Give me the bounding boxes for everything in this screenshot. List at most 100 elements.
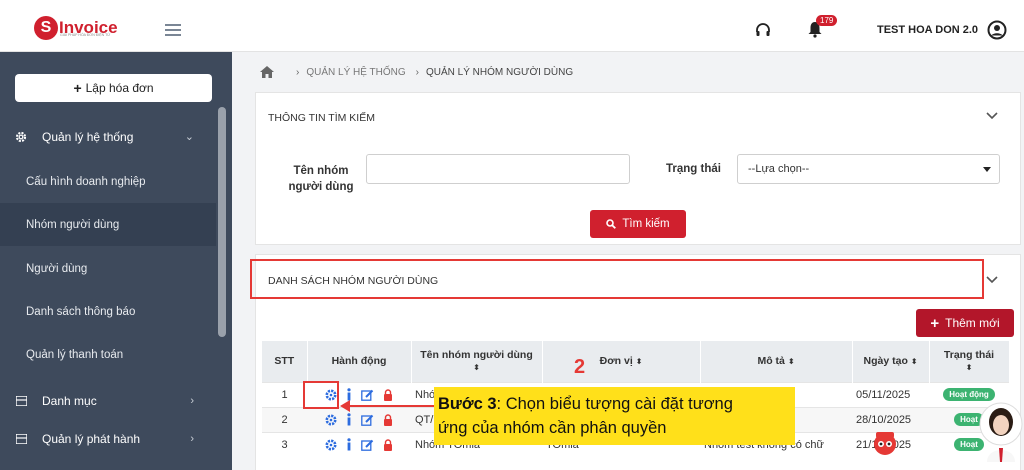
gear-highlight-box bbox=[303, 381, 339, 409]
chevron-down-icon: ⌄ bbox=[184, 131, 194, 143]
breadcrumb-system-management[interactable]: QUẢN LÝ HỆ THỐNG bbox=[306, 67, 405, 78]
column-label: STT bbox=[274, 355, 295, 368]
breadcrumb-current: QUẢN LÝ NHÓM NGƯỜI DÙNG bbox=[425, 66, 574, 78]
breadcrumb: › QUẢN LÝ HỆ THỐNG › QUẢN LÝ NHÓM NGƯỜI … bbox=[260, 66, 573, 78]
column-header-stt: STT bbox=[262, 341, 308, 382]
chevron-down-icon[interactable] bbox=[986, 111, 998, 121]
create-invoice-label: Lập hóa đơn bbox=[85, 81, 154, 95]
callout-line1: Bước 3: Chọn biểu tượng cài đặt tương bbox=[438, 392, 791, 416]
search-panel: THÔNG TIN TÌM KIẾM Tên nhóm người dùng T… bbox=[255, 92, 1021, 245]
info-icon[interactable] bbox=[346, 413, 352, 426]
status-select-value: --Lựa chọn-- bbox=[748, 163, 810, 175]
sidebar-item-users[interactable]: Người dùng bbox=[0, 247, 216, 290]
callout-text1: : Chọn biểu tượng cài đặt tương bbox=[496, 395, 733, 413]
column-label: Tên nhóm người dùng bbox=[420, 349, 533, 362]
step-number: 2 bbox=[574, 356, 586, 378]
gear-icon[interactable] bbox=[325, 414, 337, 426]
create-invoice-button[interactable]: + Lập hóa đơn bbox=[15, 74, 212, 102]
sinvoice-logo[interactable]: S Invoice GIẢI PHÁP HÓA ĐƠN ĐIỆN TỬ bbox=[34, 14, 118, 42]
sidebar-item-notifications[interactable]: Danh sách thông báo bbox=[0, 290, 216, 333]
breadcrumb-separator-icon: › bbox=[296, 66, 300, 78]
sidebar-scrollbar[interactable] bbox=[218, 107, 226, 337]
sidebar-item-label: Người dùng bbox=[26, 262, 88, 275]
sidebar-item-label: Quản lý hệ thống bbox=[42, 129, 134, 144]
sidebar-item-system-management[interactable]: Quản lý hệ thống ⌄ bbox=[0, 115, 216, 158]
user-avatar-icon[interactable] bbox=[987, 20, 1007, 40]
column-label: Mô tả bbox=[757, 355, 785, 368]
sidebar-item-label: Nhóm người dùng bbox=[26, 218, 120, 231]
add-new-label: Thêm mới bbox=[945, 316, 1000, 330]
sidebar-item-payment[interactable]: Quản lý thanh toán bbox=[0, 333, 216, 376]
support-agent-avatar[interactable] bbox=[979, 402, 1023, 462]
column-header-description[interactable]: Mô tả ⬍ bbox=[700, 341, 853, 382]
cell-actions bbox=[307, 431, 411, 457]
sidebar-item-label: Quản lý thanh toán bbox=[26, 348, 124, 361]
sidebar-item-label: Danh sách thông báo bbox=[26, 305, 136, 318]
list-icon bbox=[14, 394, 28, 408]
sidebar-item-business-config[interactable]: Cấu hình doanh nghiệp bbox=[0, 160, 216, 203]
column-header-status[interactable]: Trạng thái ⬍ bbox=[929, 341, 1010, 382]
sidebar-item-publish-management[interactable]: Quản lý phát hành › bbox=[0, 417, 216, 460]
sidebar-item-label: Cấu hình doanh nghiệp bbox=[26, 175, 146, 188]
list-icon bbox=[14, 432, 28, 446]
column-header-created-date[interactable]: Ngày tạo ⬍ bbox=[852, 341, 930, 382]
logo-tagline: GIẢI PHÁP HÓA ĐƠN ĐIỆN TỬ bbox=[60, 33, 111, 37]
search-panel-title: THÔNG TIN TÌM KIẾM bbox=[268, 112, 375, 124]
logo-mark: S bbox=[34, 16, 58, 40]
mascot-icon[interactable] bbox=[870, 428, 900, 458]
instruction-callout: Bước 3: Chọn biểu tượng cài đặt tương ứn… bbox=[434, 387, 795, 445]
home-icon[interactable] bbox=[260, 66, 274, 78]
callout-line2: ứng của nhóm cần phân quyền bbox=[438, 419, 667, 437]
top-bar: S Invoice GIẢI PHÁP HÓA ĐƠN ĐIỆN TỬ 179 … bbox=[0, 0, 1024, 52]
column-label: Ngày tạo bbox=[863, 355, 908, 368]
breadcrumb-separator-icon: › bbox=[415, 66, 419, 78]
group-name-input[interactable] bbox=[366, 154, 630, 184]
chevron-right-icon: › bbox=[190, 394, 194, 407]
cell-stt: 3 bbox=[262, 431, 307, 457]
status-label: Trạng thái bbox=[666, 163, 721, 175]
chevron-right-icon: › bbox=[190, 432, 194, 445]
sort-icon: ⬍ bbox=[965, 363, 973, 373]
callout-step-label: Bước 3 bbox=[438, 395, 497, 413]
edit-icon[interactable] bbox=[361, 414, 374, 426]
status-select[interactable]: --Lựa chọn-- bbox=[737, 154, 1000, 184]
sidebar-item-catalog[interactable]: Danh mục › bbox=[0, 379, 216, 422]
caret-down-icon bbox=[983, 167, 991, 172]
chevron-down-icon[interactable] bbox=[986, 275, 998, 285]
sort-icon: ⬍ bbox=[787, 357, 795, 367]
cell-stt: 2 bbox=[262, 406, 307, 432]
column-label: Đơn vị bbox=[599, 355, 633, 368]
notification-badge: 179 bbox=[816, 15, 838, 26]
edit-icon[interactable] bbox=[361, 439, 374, 451]
sort-icon: ⬍ bbox=[635, 357, 643, 367]
sidebar-item-label: Quản lý phát hành bbox=[42, 431, 141, 446]
gear-icon bbox=[14, 130, 28, 144]
sidebar: + Lập hóa đơn Quản lý hệ thống ⌄ Cấu hình… bbox=[0, 52, 232, 470]
column-header-actions: Hành động bbox=[307, 341, 412, 382]
search-button-label: Tìm kiếm bbox=[622, 218, 670, 230]
sidebar-item-label: Danh mục bbox=[42, 393, 97, 408]
search-icon bbox=[606, 219, 617, 229]
headset-icon[interactable] bbox=[755, 22, 771, 38]
column-header-unit[interactable]: Đơn vị ⬍ bbox=[542, 341, 701, 382]
group-name-label-line1: Tên nhóm bbox=[293, 165, 349, 177]
sidebar-item-user-groups[interactable]: Nhóm người dùng bbox=[0, 203, 216, 246]
sort-icon: ⬍ bbox=[910, 357, 918, 367]
search-button[interactable]: Tìm kiếm bbox=[590, 210, 686, 238]
gear-icon[interactable] bbox=[325, 439, 337, 451]
column-label: Trạng thái bbox=[943, 349, 995, 362]
arrow-left-icon bbox=[340, 400, 436, 412]
cell-stt: 1 bbox=[262, 381, 307, 407]
column-label: Hành động bbox=[331, 355, 387, 368]
cell-created-date: 05/11/2025 bbox=[852, 381, 929, 407]
group-name-label: Tên nhóm người dùng bbox=[288, 163, 354, 195]
group-name-label-line2: người dùng bbox=[288, 181, 354, 193]
menu-toggle-icon[interactable] bbox=[165, 24, 181, 36]
username[interactable]: TEST HOA DON 2.0 bbox=[877, 24, 978, 36]
status-badge: Hoạt động bbox=[943, 388, 995, 401]
column-header-group-name[interactable]: Tên nhóm người dùng ⬍ bbox=[411, 341, 543, 382]
add-new-button[interactable]: + Thêm mới bbox=[916, 309, 1014, 337]
info-icon[interactable] bbox=[346, 438, 352, 451]
lock-icon[interactable] bbox=[383, 413, 393, 426]
lock-icon[interactable] bbox=[383, 439, 393, 451]
